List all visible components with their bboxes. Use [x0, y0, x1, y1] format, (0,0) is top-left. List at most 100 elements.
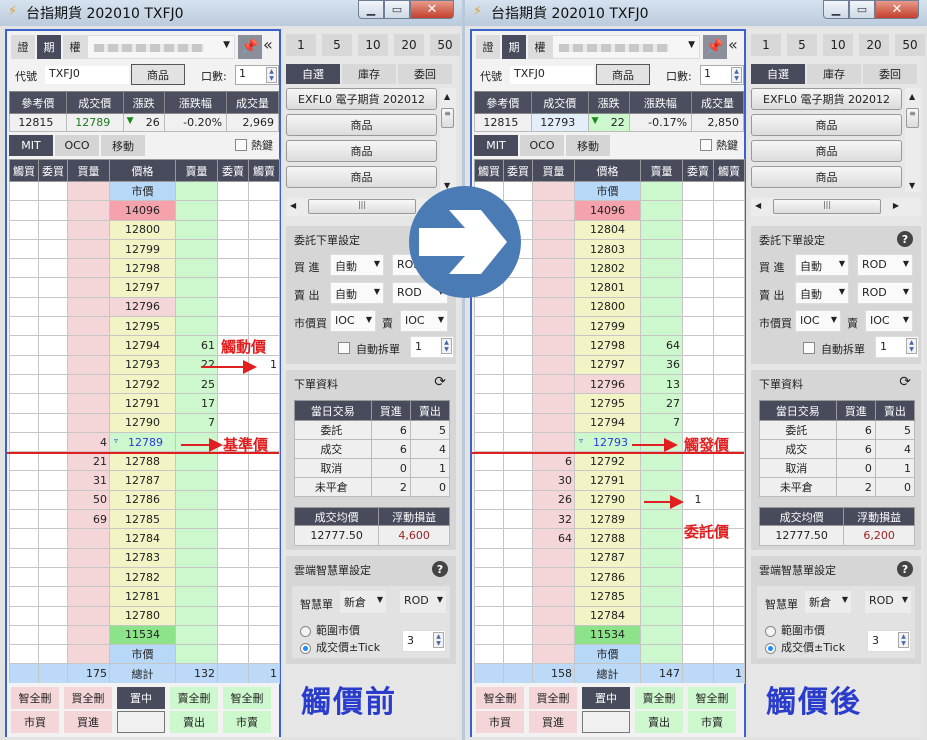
order-sell-cell[interactable]	[682, 644, 714, 665]
order-buy-cell[interactable]	[503, 335, 533, 356]
trigger-buy-cell[interactable]	[9, 547, 39, 568]
order-sell-cell[interactable]	[682, 219, 714, 240]
order-sell-cell[interactable]	[682, 547, 714, 568]
order-buy-cell[interactable]	[38, 238, 68, 260]
trigger-buy-cell[interactable]	[474, 470, 504, 491]
trigger-buy-cell[interactable]	[474, 431, 504, 453]
tab-oco[interactable]: OCO	[55, 135, 99, 156]
trigger-buy-cell[interactable]	[9, 316, 39, 337]
tab-oco[interactable]: OCO	[520, 135, 564, 156]
auto-split-stepper[interactable]: ▲ ▼	[906, 338, 917, 354]
sell-type-select[interactable]: 自動 ▼	[795, 282, 849, 304]
auto-split-stepper[interactable]: ▲ ▼	[441, 338, 452, 354]
trigger-buy-cell[interactable]	[9, 238, 39, 260]
trigger-sell-cell[interactable]	[248, 489, 280, 511]
qty-preset-button[interactable]: 10	[358, 34, 388, 56]
trigger-sell-cell[interactable]	[713, 335, 745, 356]
ask-qty[interactable]: 17	[175, 393, 218, 414]
order-sell-cell[interactable]	[682, 258, 714, 279]
collapse-icon[interactable]: «	[728, 35, 738, 54]
qty-preset-button[interactable]: 1	[751, 34, 781, 56]
ask-qty[interactable]	[640, 547, 683, 568]
price-cell[interactable]: 12795	[109, 316, 176, 337]
scroll-right-icon[interactable]: ▶	[893, 201, 899, 210]
order-sell-cell[interactable]	[217, 528, 249, 549]
trigger-buy-cell[interactable]	[474, 547, 504, 568]
ask-qty[interactable]	[175, 528, 218, 549]
favorite-item[interactable]: 商品	[286, 114, 437, 136]
hotkey-checkbox[interactable]	[235, 139, 247, 151]
trigger-buy-cell[interactable]	[474, 296, 504, 318]
bid-qty[interactable]	[532, 605, 575, 626]
price-cell[interactable]: 14096	[109, 200, 176, 221]
trigger-buy-cell[interactable]	[9, 509, 39, 530]
price-cell[interactable]: 12793	[109, 354, 176, 375]
sell-tif-select[interactable]: ROD ▼	[857, 282, 913, 304]
trigger-sell-cell[interactable]	[248, 470, 280, 491]
ask-qty[interactable]	[175, 238, 218, 260]
price-cell[interactable]: 12799	[574, 316, 641, 337]
ask-qty[interactable]	[640, 605, 683, 626]
trigger-buy-cell[interactable]	[474, 509, 504, 530]
account-select[interactable]: ▼	[87, 35, 235, 59]
order-buy-cell[interactable]	[38, 489, 68, 511]
qty-preset-button[interactable]: 50	[430, 34, 460, 56]
bid-qty[interactable]	[67, 605, 110, 626]
ask-qty[interactable]	[640, 296, 683, 318]
bid-qty[interactable]	[67, 354, 110, 375]
price-cell[interactable]: 12796	[109, 296, 176, 318]
qty-display[interactable]	[117, 711, 165, 733]
price-cell[interactable]: 12788	[109, 451, 176, 472]
segment-options[interactable]: 權	[63, 35, 87, 59]
price-cell[interactable]: 12794	[109, 335, 176, 356]
order-buy-cell[interactable]	[503, 373, 533, 395]
tick-stepper[interactable]: ▲ ▼	[433, 632, 444, 648]
price-cell[interactable]: 12781	[109, 586, 176, 607]
price-cell[interactable]: 12782	[109, 566, 176, 588]
price-cell[interactable]: 14096	[574, 200, 641, 221]
order-sell-cell[interactable]	[682, 277, 714, 298]
price-cell[interactable]: 12792	[109, 373, 176, 395]
delete-all-smart-buy-button[interactable]: 智全刪	[11, 687, 59, 709]
pin-icon[interactable]: 📌	[703, 35, 727, 59]
order-buy-cell[interactable]	[503, 586, 533, 607]
trigger-sell-cell[interactable]	[713, 393, 745, 414]
qty-preset-button[interactable]: 20	[394, 34, 424, 56]
order-sell-cell[interactable]	[217, 393, 249, 414]
trigger-buy-cell[interactable]	[9, 412, 39, 433]
price-cell[interactable]: 12794	[574, 412, 641, 433]
help-icon[interactable]: ?	[432, 561, 448, 577]
order-buy-cell[interactable]	[503, 470, 533, 491]
ask-qty[interactable]	[175, 219, 218, 240]
order-buy-cell[interactable]	[503, 566, 533, 588]
order-buy-cell[interactable]	[503, 644, 533, 665]
order-sell-cell[interactable]	[682, 373, 714, 395]
radio-tick[interactable]: 成交價±Tick	[765, 639, 845, 655]
bid-qty[interactable]	[67, 412, 110, 433]
ask-qty[interactable]: 27	[640, 393, 683, 414]
trigger-sell-cell[interactable]	[248, 316, 280, 337]
trigger-sell-cell[interactable]	[713, 412, 745, 433]
trigger-buy-cell[interactable]	[9, 451, 39, 472]
ask-qty[interactable]	[640, 624, 683, 646]
trigger-buy-cell[interactable]	[474, 489, 504, 511]
trigger-sell-cell[interactable]	[713, 219, 745, 240]
trigger-sell-cell[interactable]	[248, 547, 280, 568]
bid-qty[interactable]	[532, 624, 575, 646]
order-buy-cell[interactable]	[38, 644, 68, 665]
ask-qty[interactable]	[175, 258, 218, 279]
order-sell-cell[interactable]	[217, 586, 249, 607]
order-buy-cell[interactable]	[38, 509, 68, 530]
collapse-icon[interactable]: «	[263, 35, 273, 54]
bid-qty[interactable]	[67, 316, 110, 337]
center-button[interactable]: 置中	[582, 687, 630, 709]
ask-qty[interactable]: 25	[175, 373, 218, 395]
buy-tif-select[interactable]: ROD ▼	[857, 254, 913, 276]
tab-favorites[interactable]: 自選	[286, 64, 340, 84]
favorite-item[interactable]: 商品	[286, 140, 437, 162]
order-buy-cell[interactable]	[503, 509, 533, 530]
price-cell[interactable]: 市價	[109, 180, 176, 202]
order-sell-cell[interactable]	[217, 470, 249, 491]
trigger-buy-cell[interactable]	[9, 373, 39, 395]
bid-qty[interactable]: 64	[532, 528, 575, 549]
